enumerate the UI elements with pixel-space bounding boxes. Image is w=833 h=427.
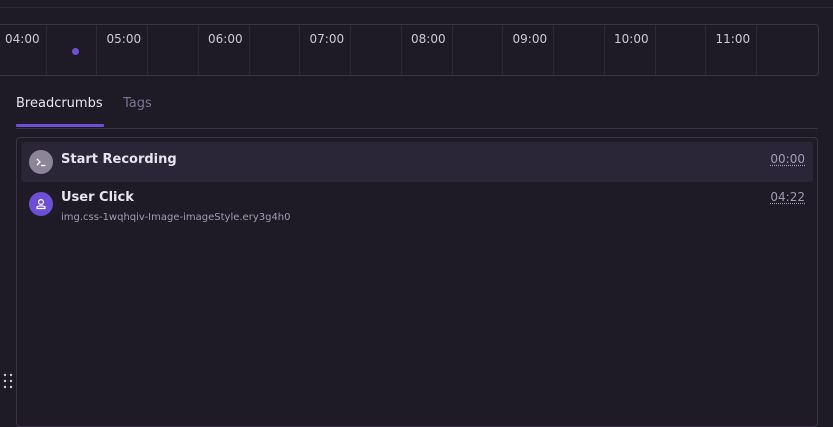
breadcrumb-timestamp[interactable]: 00:00 (770, 152, 805, 166)
timeline-event-marker[interactable] (72, 48, 79, 55)
timeline-gridline (756, 25, 757, 75)
timeline-tick-label: 07:00 (309, 32, 345, 46)
tab-bar: Breadcrumbs Tags (16, 96, 818, 129)
timeline-gridline (553, 25, 554, 75)
timeline-tick-label: 08:00 (411, 32, 446, 46)
timeline-tick-label: 09:00 (512, 32, 548, 46)
timeline-gridline (654, 25, 656, 75)
timeline-tick-label: 10:00 (614, 32, 649, 46)
timeline-gridline (96, 25, 98, 75)
breadcrumb-description: img.css-1wqhqiv-Image-imageStyle.ery3g4h… (61, 212, 291, 223)
timeline-gridline (147, 25, 148, 75)
breadcrumb-title: User Click (61, 190, 134, 205)
timeline-tick-label: 05:00 (106, 32, 142, 46)
timeline-gridline (400, 25, 402, 75)
timeline-tick-label: 06:00 (208, 32, 243, 46)
timeline-gridline (299, 25, 301, 75)
timeline-gridline (350, 25, 351, 75)
active-tab-indicator (16, 124, 104, 127)
breadcrumbs-list: Start Recording 00:00 User Click img.css… (16, 137, 818, 427)
timeline-gridline (197, 25, 199, 75)
breadcrumb-timestamp[interactable]: 04:22 (770, 190, 805, 204)
timeline-tick-label: 04:00 (5, 32, 40, 46)
user-icon (29, 192, 53, 216)
timeline-gridline (603, 25, 605, 75)
breadcrumb-row-user-click[interactable]: User Click img.css-1wqhqiv-Image-imageSt… (21, 184, 813, 230)
terminal-icon (29, 150, 53, 174)
timeline-gridline (45, 25, 47, 75)
timeline-tick-label: 11:00 (715, 32, 751, 46)
timeline-gridline (502, 25, 504, 75)
tab-breadcrumbs[interactable]: Breadcrumbs (16, 96, 103, 111)
drag-handle-icon[interactable] (3, 372, 13, 390)
timeline-gridline (248, 25, 250, 75)
top-divider (0, 7, 833, 8)
tab-tags[interactable]: Tags (123, 96, 152, 111)
timeline-gridline (705, 25, 707, 75)
timeline-gridline (451, 25, 453, 75)
replay-timeline[interactable]: 04:00 05:00 06:00 07:00 08:00 09:00 10:00 11:00 (0, 24, 819, 76)
breadcrumb-row-start-recording[interactable]: Start Recording 00:00 (21, 142, 813, 182)
breadcrumb-title: Start Recording (61, 152, 177, 167)
